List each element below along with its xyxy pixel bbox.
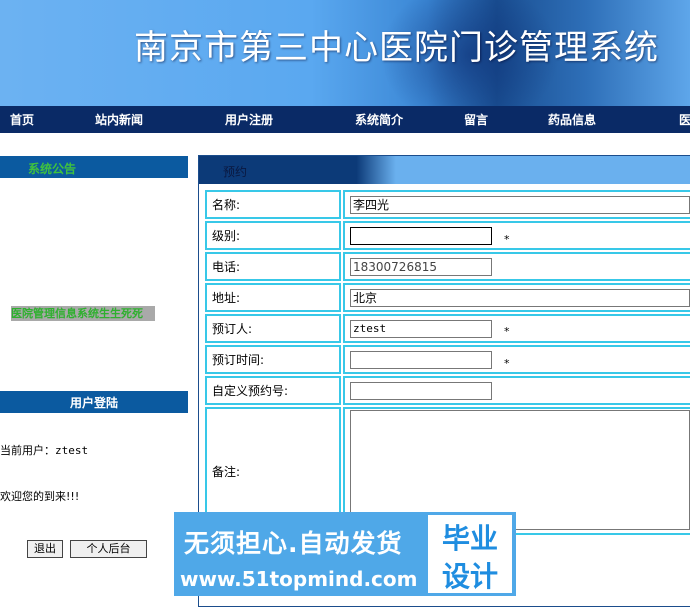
form-row-phone: 电话: — [205, 252, 690, 281]
personal-admin-button[interactable]: 个人后台 — [70, 540, 147, 558]
booking-time-label: 预订时间: — [205, 345, 341, 374]
address-input[interactable] — [350, 288, 690, 307]
form-row-address: 地址: — [205, 283, 690, 312]
nav-item-drugs[interactable]: 药品信息 — [548, 111, 596, 128]
custom-number-label: 自定义预约号: — [205, 376, 341, 405]
current-user-label: 当前用户： — [0, 444, 55, 457]
booking-time-input[interactable] — [350, 350, 492, 369]
form-row-custom-number: 自定义预约号: — [205, 376, 690, 405]
nav-item-news[interactable]: 站内新闻 — [95, 111, 143, 128]
current-user: 当前用户：ztest — [0, 442, 88, 458]
form-row-booker: 预订人: * — [205, 314, 690, 343]
level-label: 级别: — [205, 221, 341, 250]
watermark-badge-top: 毕业 — [441, 522, 498, 555]
nav-item-register[interactable]: 用户注册 — [225, 111, 273, 128]
nav-item-home[interactable]: 首页 — [10, 111, 34, 128]
booker-required-mark: * — [504, 325, 510, 338]
current-user-value: ztest — [55, 444, 89, 457]
notice-title: 系统公告 — [28, 162, 77, 176]
address-label: 地址: — [205, 283, 341, 312]
welcome-text: 欢迎您的到来!!! — [0, 490, 80, 503]
nav-item-about[interactable]: 系统简介 — [355, 111, 403, 128]
nav-item-message[interactable]: 留言 — [464, 111, 488, 128]
booker-label: 预订人: — [205, 314, 341, 343]
watermark-badge: 毕业 设计 — [428, 515, 512, 593]
notice-header: 系统公告 — [0, 156, 188, 178]
login-title: 用户登陆 — [69, 396, 118, 410]
name-input[interactable] — [350, 195, 690, 214]
main-nav: 首页 站内新闻 用户注册 系统简介 留言 药品信息 医 — [0, 106, 690, 133]
watermark-badge-bottom: 设计 — [441, 560, 498, 593]
reservation-form: 名称: 级别: * 电话: 地址: 预订人: * 预订时间: * 自定义预约号:… — [203, 188, 690, 537]
logout-button[interactable]: 退出 — [27, 540, 63, 558]
form-row-booking-time: 预订时间: * — [205, 345, 690, 374]
name-label: 名称: — [205, 190, 341, 219]
level-input[interactable] — [350, 226, 492, 245]
form-row-name: 名称: — [205, 190, 690, 219]
level-required-mark: * — [504, 232, 510, 246]
form-row-level: 级别: * — [205, 221, 690, 250]
phone-label: 电话: — [205, 252, 341, 281]
site-title: 南京市第三中心医院门诊管理系统 — [134, 28, 659, 68]
header-banner: 南京市第三中心医院门诊管理系统 — [0, 0, 690, 106]
panel-header: 预约 — [199, 156, 690, 184]
watermark-slogan: 无须担心.自动发货 — [184, 529, 403, 558]
nav-item-more[interactable]: 医 — [679, 111, 690, 128]
watermark-ad: 无须担心.自动发货 www.51topmind.com 毕业 设计 — [174, 512, 516, 596]
booking-time-required-mark: * — [504, 356, 510, 370]
panel-title: 预约 — [223, 165, 248, 179]
watermark-url: www.51topmind.com — [180, 567, 418, 591]
phone-input[interactable] — [350, 257, 492, 276]
notice-item-link[interactable]: 医院管理信息系统生生死死 — [11, 306, 155, 321]
custom-number-input[interactable] — [350, 381, 492, 400]
login-header: 用户登陆 — [0, 391, 188, 413]
booker-input[interactable] — [350, 319, 492, 338]
